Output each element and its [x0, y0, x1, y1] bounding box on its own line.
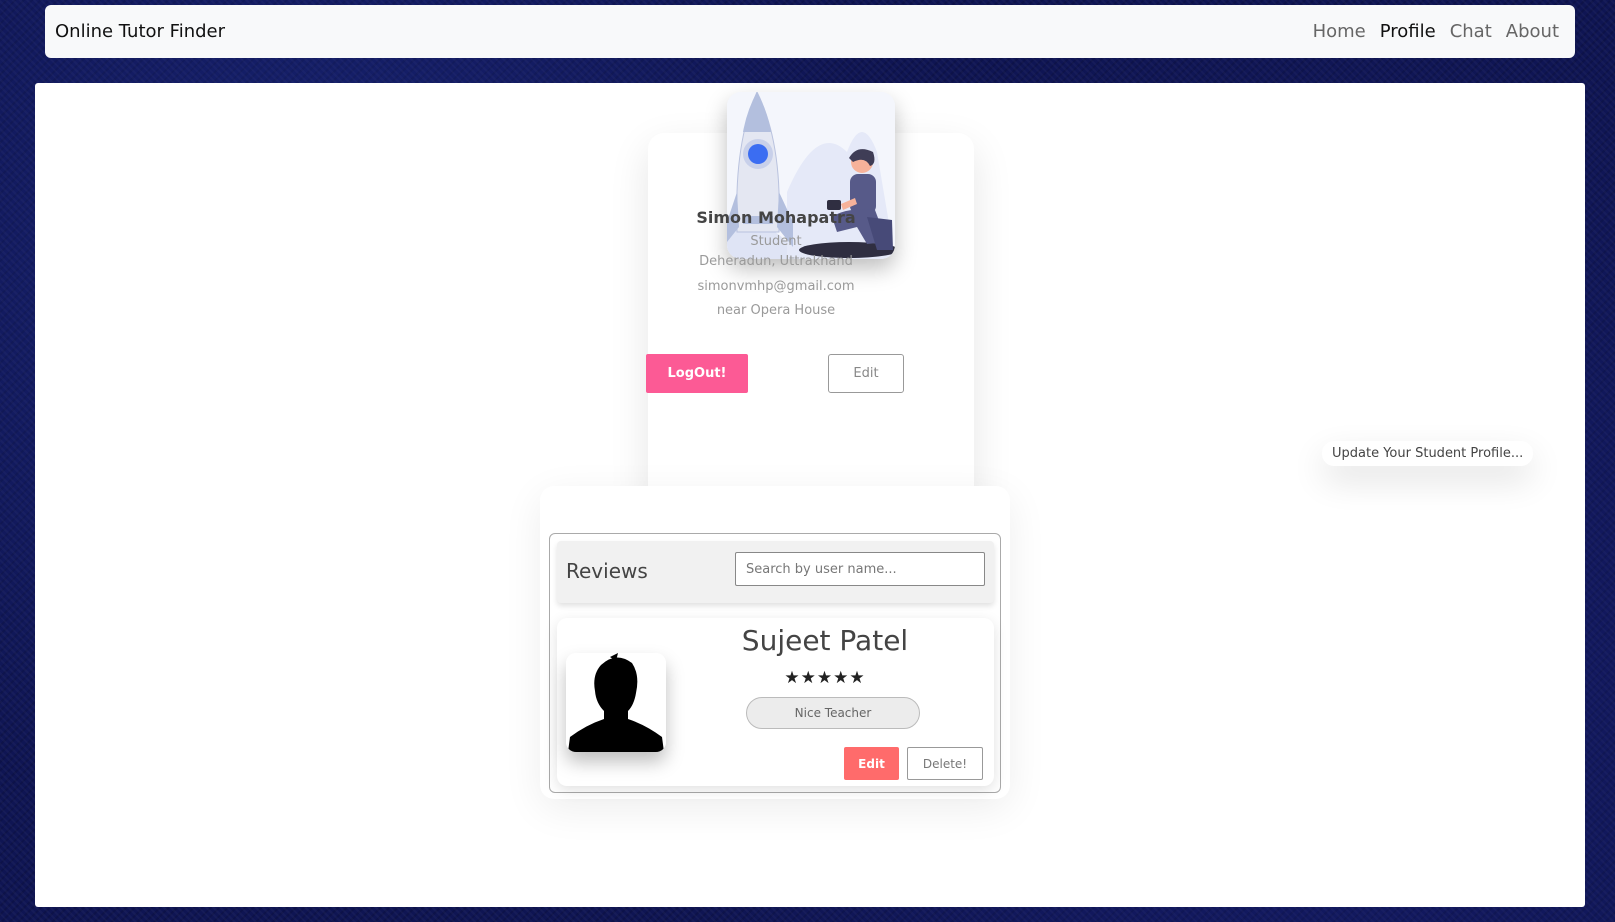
profile-role: Student	[750, 234, 802, 249]
nav-chat[interactable]: Chat	[1450, 21, 1492, 42]
update-profile-toast: Update Your Student Profile...	[1322, 441, 1534, 466]
nav-home[interactable]: Home	[1313, 21, 1366, 42]
brand-link[interactable]: Online Tutor Finder	[55, 21, 225, 42]
rating-stars: ★★★★★	[784, 668, 866, 688]
reviewer-avatar	[566, 653, 666, 752]
reviews-title: Reviews	[566, 559, 648, 583]
nav-about[interactable]: About	[1506, 21, 1559, 42]
review-search-input[interactable]	[735, 552, 985, 586]
nav-links: Home Profile Chat About	[1313, 21, 1559, 42]
edit-review-button[interactable]: Edit	[844, 747, 899, 780]
logout-button[interactable]: LogOut!	[646, 354, 748, 393]
profile-info: Simon Mohapatra Student Deheradun, Uttra…	[613, 208, 939, 318]
profile-email: simonvmhp@gmail.com	[697, 279, 855, 294]
review-comment: Nice Teacher	[746, 697, 920, 729]
edit-profile-button[interactable]: Edit	[828, 354, 904, 393]
profile-name: Simon Mohapatra	[696, 208, 856, 227]
nav-profile[interactable]: Profile	[1380, 21, 1436, 42]
user-silhouette-icon	[566, 653, 666, 752]
delete-review-button[interactable]: Delete!	[907, 747, 983, 780]
profile-location: Deheradun, Uttrakhand	[699, 254, 853, 269]
reviewer-name: Sujeet Patel	[741, 624, 909, 657]
profile-address: near Opera House	[716, 303, 836, 318]
navbar: Online Tutor Finder Home Profile Chat Ab…	[45, 5, 1575, 58]
